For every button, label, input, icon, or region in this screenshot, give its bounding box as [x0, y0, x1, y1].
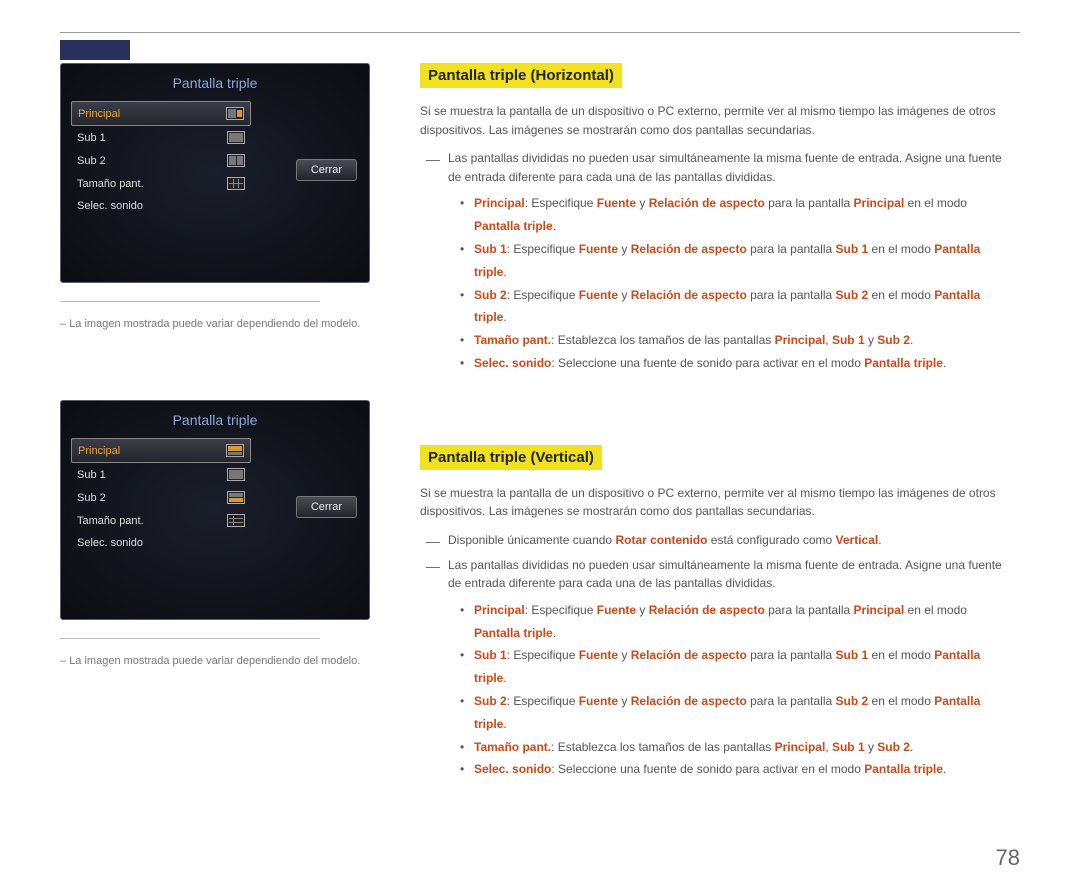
list-item: Principal: Especifique Fuente y Relación… [460, 599, 1010, 645]
osd-item-label: Sub 1 [77, 469, 106, 481]
layout-icon-main-v [226, 444, 244, 457]
osd-title: Pantalla triple [71, 409, 359, 438]
section-heading: Pantalla triple (Vertical) [420, 445, 602, 470]
osd-item-principal[interactable]: Principal [71, 101, 251, 126]
image-caption: – La imagen mostrada puede variar depend… [60, 318, 380, 330]
layout-icon-sub1-h [227, 131, 245, 144]
osd-item-sub2[interactable]: Sub 2 [71, 149, 251, 172]
osd-item-label: Sub 2 [77, 492, 106, 504]
caption-rule [60, 638, 320, 639]
osd-item-label: Selec. sonido [77, 537, 143, 549]
osd-item-size[interactable]: Tamaño pant. [71, 509, 251, 532]
osd-item-label: Principal [78, 108, 120, 120]
osd-item-label: Sub 1 [77, 132, 106, 144]
list-item: Sub 2: Especifique Fuente y Relación de … [460, 284, 1010, 330]
osd-item-label: Tamaño pant. [77, 178, 144, 190]
list-item: Tamaño pant.: Establezca los tamaños de … [460, 329, 1010, 352]
list-item: Sub 1: Especifique Fuente y Relación de … [460, 644, 1010, 690]
section-description: Si se muestra la pantalla de un disposit… [420, 102, 1010, 139]
layout-icon-size-v [227, 514, 245, 527]
header-rule [60, 32, 1020, 33]
osd-panel-vertical: Pantalla triple Principal Sub 1 Sub 2 [60, 400, 370, 620]
osd-item-label: Selec. sonido [77, 200, 143, 212]
section-heading: Pantalla triple (Horizontal) [420, 63, 622, 88]
osd-item-size[interactable]: Tamaño pant. [71, 172, 251, 195]
section-note: Disponible únicamente cuando Rotar conte… [420, 531, 1010, 550]
layout-icon-sub2-v [227, 491, 245, 504]
section-note: Las pantallas divididas no pueden usar s… [420, 149, 1010, 186]
section-note: Las pantallas divididas no pueden usar s… [420, 556, 1010, 593]
layout-icon-main-h [226, 107, 244, 120]
osd-item-principal[interactable]: Principal [71, 438, 251, 463]
osd-item-sound[interactable]: Selec. sonido [71, 532, 251, 554]
header-accent-bar [60, 40, 130, 60]
osd-item-label: Tamaño pant. [77, 515, 144, 527]
osd-item-label: Principal [78, 445, 120, 457]
list-item: Selec. sonido: Seleccione una fuente de … [460, 758, 1010, 781]
osd-item-sub1[interactable]: Sub 1 [71, 463, 251, 486]
page-number: 78 [996, 845, 1020, 871]
osd-item-sub2[interactable]: Sub 2 [71, 486, 251, 509]
caption-rule [60, 301, 320, 302]
osd-panel-horizontal: Pantalla triple Principal Sub 1 Sub 2 [60, 63, 370, 283]
layout-icon-sub1-v [227, 468, 245, 481]
list-item: Sub 2: Especifique Fuente y Relación de … [460, 690, 1010, 736]
osd-item-sound[interactable]: Selec. sonido [71, 195, 251, 217]
layout-icon-sub2-h [227, 154, 245, 167]
osd-close-button[interactable]: Cerrar [296, 159, 357, 181]
section-description: Si se muestra la pantalla de un disposit… [420, 484, 1010, 521]
osd-item-sub1[interactable]: Sub 1 [71, 126, 251, 149]
bullet-list: Principal: Especifique Fuente y Relación… [460, 599, 1010, 781]
bullet-list: Principal: Especifique Fuente y Relación… [460, 192, 1010, 374]
osd-close-button[interactable]: Cerrar [296, 496, 357, 518]
osd-item-label: Sub 2 [77, 155, 106, 167]
list-item: Principal: Especifique Fuente y Relación… [460, 192, 1010, 238]
image-caption: – La imagen mostrada puede variar depend… [60, 655, 380, 667]
list-item: Sub 1: Especifique Fuente y Relación de … [460, 238, 1010, 284]
list-item: Tamaño pant.: Establezca los tamaños de … [460, 736, 1010, 759]
layout-icon-size-h [227, 177, 245, 190]
list-item: Selec. sonido: Seleccione una fuente de … [460, 352, 1010, 375]
osd-title: Pantalla triple [71, 72, 359, 101]
